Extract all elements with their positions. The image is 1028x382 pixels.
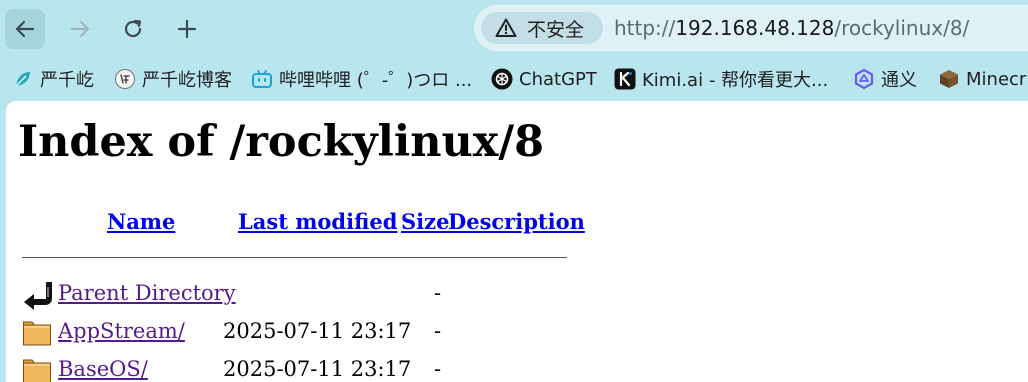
row-date: 2025-07-11 23:17 (223, 357, 412, 381)
bilibili-icon (251, 68, 273, 90)
reload-button[interactable] (113, 9, 153, 49)
row-size: - (434, 319, 442, 343)
bookmark-label: 通义 (881, 70, 917, 91)
table-row: BaseOS/ 2025-07-11 23:17 - (22, 355, 622, 382)
forward-button[interactable] (60, 9, 100, 49)
bookmark-label: Minecr (966, 68, 1027, 90)
arrow-right-icon (70, 20, 90, 38)
parent-directory-icon (22, 281, 52, 315)
page-title: Index of /rockylinux/8 (18, 117, 545, 167)
reload-icon (124, 19, 142, 38)
back-button[interactable] (5, 9, 45, 49)
bookmark-item[interactable]: 通义 (853, 66, 917, 92)
bookmark-label: 严千屹 (40, 70, 94, 91)
chatgpt-icon (491, 68, 513, 90)
directory-link[interactable]: AppStream/ (58, 319, 185, 343)
kimi-icon (614, 68, 636, 90)
security-label: 不安全 (527, 18, 585, 41)
minecraft-icon (938, 68, 960, 90)
row-size: - (434, 281, 442, 305)
bookmark-label: ChatGPT (519, 68, 597, 90)
bookmark-item[interactable]: Minecr (938, 66, 1026, 92)
url-path: /rockylinux/8/ (834, 16, 970, 40)
directory-link[interactable]: BaseOS/ (58, 357, 148, 381)
arrow-left-icon (15, 20, 35, 38)
new-tab-button[interactable] (167, 9, 207, 49)
bookmark-item[interactable]: ChatGPT (491, 66, 597, 92)
folder-icon (22, 357, 52, 382)
leaf-icon (12, 68, 34, 90)
bookmark-label: 严千屹博客 (142, 70, 232, 91)
bookmark-item[interactable]: 哔哩哔哩 (゜-゜)つロ ... (251, 66, 472, 92)
url-host: 192.168.48.128 (675, 16, 835, 40)
column-header-description[interactable]: Description (448, 209, 585, 234)
bookmark-label: 哔哩哔哩 (゜-゜)つロ ... (279, 70, 473, 91)
bookmark-label: Kimi.ai - 帮你看更大... (642, 70, 829, 91)
row-date: 2025-07-11 23:17 (223, 319, 412, 343)
blog-avatar-icon (114, 68, 136, 90)
bookmark-item[interactable]: 严千屹博客 (114, 66, 232, 92)
url-scheme: http:// (614, 16, 676, 40)
bookmarks-bar: 严千屹 严千屹博客 哔哩哔哩 (゜-゜)つロ ... ChatGPT Kimi.… (0, 60, 1028, 98)
column-header-size[interactable]: Size (401, 209, 449, 234)
parent-directory-link[interactable]: Parent Directory (58, 281, 236, 305)
url-text[interactable]: http://192.168.48.128/rockylinux/8/ (614, 16, 969, 40)
tongyi-icon (853, 68, 875, 90)
column-header-last-modified[interactable]: Last modified (238, 209, 397, 234)
browser-toolbar: 不安全 http://192.168.48.128/rockylinux/8/ (0, 0, 1028, 58)
table-row: AppStream/ 2025-07-11 23:17 - (22, 317, 622, 349)
address-bar[interactable]: 不安全 http://192.168.48.128/rockylinux/8/ (474, 5, 1028, 51)
row-size: - (434, 357, 442, 381)
page-viewport: Index of /rockylinux/8 Name Last modifie… (6, 101, 1028, 382)
bookmark-item[interactable]: Kimi.ai - 帮你看更大... (614, 66, 828, 92)
header-divider (22, 257, 567, 258)
site-security-button[interactable]: 不安全 (481, 12, 603, 44)
warning-icon (495, 18, 517, 37)
column-header-name[interactable]: Name (107, 209, 175, 234)
plus-icon (177, 19, 197, 39)
table-row: Parent Directory - (22, 279, 622, 311)
bookmark-item[interactable]: 严千屹 (12, 66, 94, 92)
folder-icon (22, 319, 52, 351)
